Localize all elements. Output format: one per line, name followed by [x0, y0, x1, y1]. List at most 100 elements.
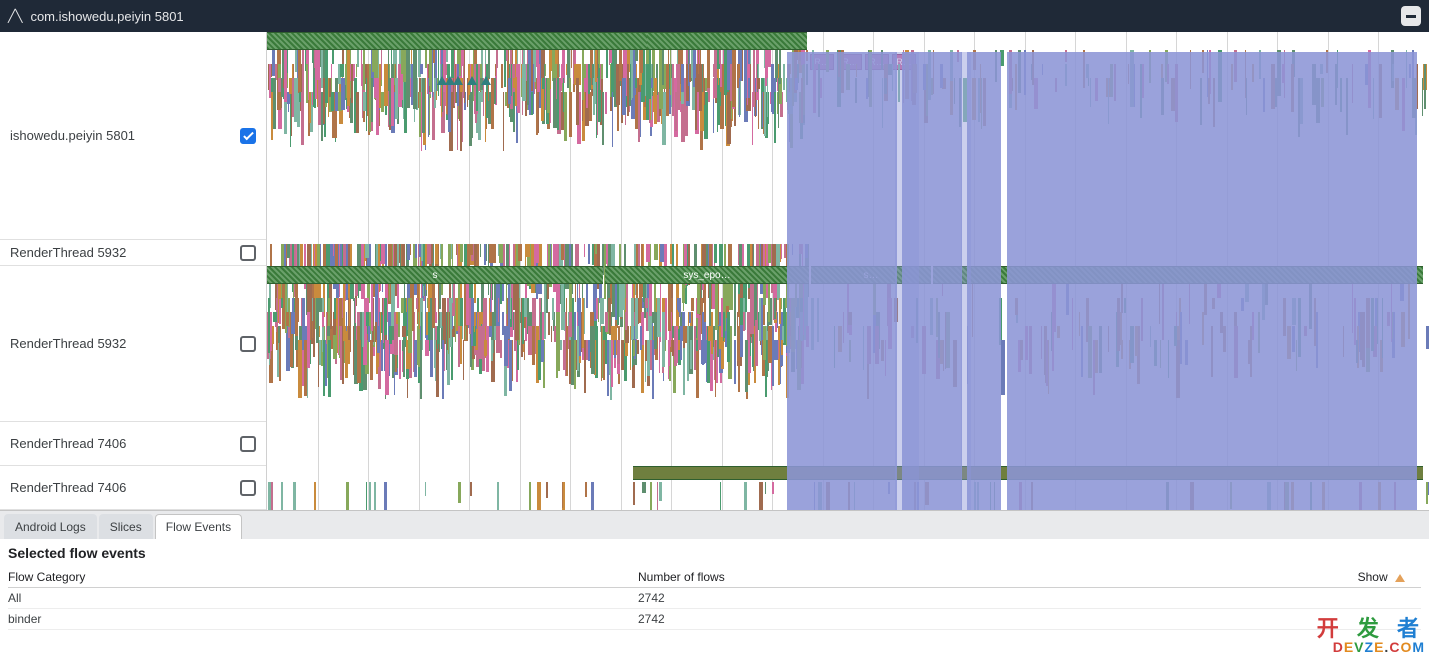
trace-slice[interactable]: [420, 340, 422, 399]
trace-slice[interactable]: [389, 326, 392, 344]
trace-slice[interactable]: [609, 50, 611, 65]
trace-slice[interactable]: [363, 50, 365, 90]
trace-slice[interactable]: [325, 50, 328, 103]
trace-slice[interactable]: [439, 284, 441, 309]
trace-slice[interactable]: [378, 312, 380, 326]
trace-slice[interactable]: [774, 298, 776, 319]
trace-slice[interactable]: [495, 64, 496, 76]
trace-slice[interactable]: [290, 92, 291, 147]
trace-slice[interactable]: [385, 340, 389, 395]
trace-slice[interactable]: [744, 482, 748, 510]
trace-slice[interactable]: [542, 78, 545, 89]
trace-slice[interactable]: [469, 92, 472, 146]
trace-slice[interactable]: [659, 340, 660, 373]
trace-slice[interactable]: [717, 326, 719, 357]
trace-slice[interactable]: [596, 298, 598, 319]
trace-slice[interactable]: [738, 284, 740, 294]
trace-slice[interactable]: [740, 298, 744, 325]
trace-slice[interactable]: [672, 326, 674, 338]
trace-slice[interactable]: [724, 50, 727, 95]
trace-slice[interactable]: [430, 340, 433, 377]
trace-slice[interactable]: [314, 482, 316, 510]
trace-slice[interactable]: [683, 340, 685, 395]
trace-slice[interactable]: [278, 78, 281, 92]
trace-slice[interactable]: [287, 50, 288, 73]
trace-slice[interactable]: [607, 340, 609, 396]
trace-slice[interactable]: [292, 78, 294, 117]
trace-slice[interactable]: [704, 284, 706, 322]
trace-slice[interactable]: [288, 298, 290, 327]
trace-slice[interactable]: [490, 312, 492, 326]
trace-slice[interactable]: [397, 284, 398, 308]
trace-slice[interactable]: [432, 50, 433, 97]
trace-slice[interactable]: [652, 312, 655, 323]
trace-slice[interactable]: [585, 482, 587, 497]
trace-slice[interactable]: [489, 244, 492, 263]
trace-slice[interactable]: [325, 340, 327, 386]
trace-slice[interactable]: [591, 482, 593, 510]
trace-slice[interactable]: [370, 340, 373, 380]
trace-slice[interactable]: [560, 340, 562, 350]
trace-slice[interactable]: [727, 50, 729, 90]
trace-slice[interactable]: [668, 284, 670, 331]
trace-slice[interactable]: [491, 78, 493, 129]
trace-slice[interactable]: [350, 284, 353, 299]
trace-slice[interactable]: [476, 312, 477, 329]
trace-slice[interactable]: [365, 244, 369, 258]
slice-slab[interactable]: [267, 32, 647, 50]
trace-slice[interactable]: [292, 298, 294, 334]
trace-slice[interactable]: [349, 284, 350, 326]
trace-slice[interactable]: [460, 326, 462, 364]
trace-slice[interactable]: [470, 482, 472, 496]
trace-slice[interactable]: [401, 50, 403, 74]
trace-slice[interactable]: [460, 298, 462, 326]
trace-slice[interactable]: [621, 340, 624, 370]
trace-slice[interactable]: [720, 482, 721, 510]
trace-slice[interactable]: [268, 298, 270, 353]
trace-slice[interactable]: [546, 482, 548, 498]
track-checkbox[interactable]: [240, 480, 256, 496]
trace-slice[interactable]: [1426, 482, 1427, 504]
trace-slice[interactable]: [484, 340, 487, 356]
trace-slice[interactable]: [469, 298, 470, 334]
trace-slice[interactable]: [317, 284, 321, 298]
trace-slice[interactable]: [557, 78, 560, 130]
trace-slice[interactable]: [465, 326, 466, 340]
trace-slice[interactable]: [646, 64, 649, 120]
trace-slice[interactable]: [772, 482, 773, 494]
slice-slab[interactable]: [647, 32, 807, 50]
trace-slice[interactable]: [479, 326, 482, 359]
trace-slice[interactable]: [440, 312, 442, 328]
trace-slice[interactable]: [699, 64, 702, 111]
trace-slice[interactable]: [356, 92, 359, 133]
trace-slice[interactable]: [660, 244, 663, 262]
trace-slice[interactable]: [371, 284, 373, 331]
trace-slice[interactable]: [529, 482, 531, 510]
trace-slice[interactable]: [605, 312, 608, 332]
trace-slice[interactable]: [633, 482, 635, 505]
trace-slice[interactable]: [688, 64, 690, 86]
trace-slice[interactable]: [638, 92, 640, 142]
trace-slice[interactable]: [600, 298, 604, 324]
trace-slice[interactable]: [556, 312, 560, 371]
trace-slice[interactable]: [321, 50, 323, 88]
trace-slice[interactable]: [522, 64, 526, 101]
trace-slice[interactable]: [281, 298, 283, 308]
slice-slab[interactable]: s: [267, 266, 603, 284]
trace-slice[interactable]: [442, 340, 444, 399]
track-row-main[interactable]: ishowedu.peiyin 5801: [0, 32, 266, 240]
trace-slice[interactable]: [711, 312, 713, 354]
trace-slice[interactable]: [372, 50, 373, 72]
trace-slice[interactable]: [421, 92, 422, 151]
flow-table-row[interactable]: All 2742: [8, 588, 1421, 609]
trace-slice[interactable]: [381, 50, 382, 80]
collapse-button[interactable]: [1401, 6, 1421, 26]
track-row-rt-5932a[interactable]: RenderThread 5932: [0, 240, 266, 266]
trace-slice[interactable]: [606, 244, 608, 264]
trace-slice[interactable]: [509, 340, 512, 391]
track-row-rt-5932b[interactable]: RenderThread 5932: [0, 266, 266, 422]
trace-slice[interactable]: [278, 284, 280, 323]
trace-slice[interactable]: [584, 244, 585, 257]
trace-slice[interactable]: [677, 298, 681, 310]
trace-slice[interactable]: [659, 482, 662, 501]
